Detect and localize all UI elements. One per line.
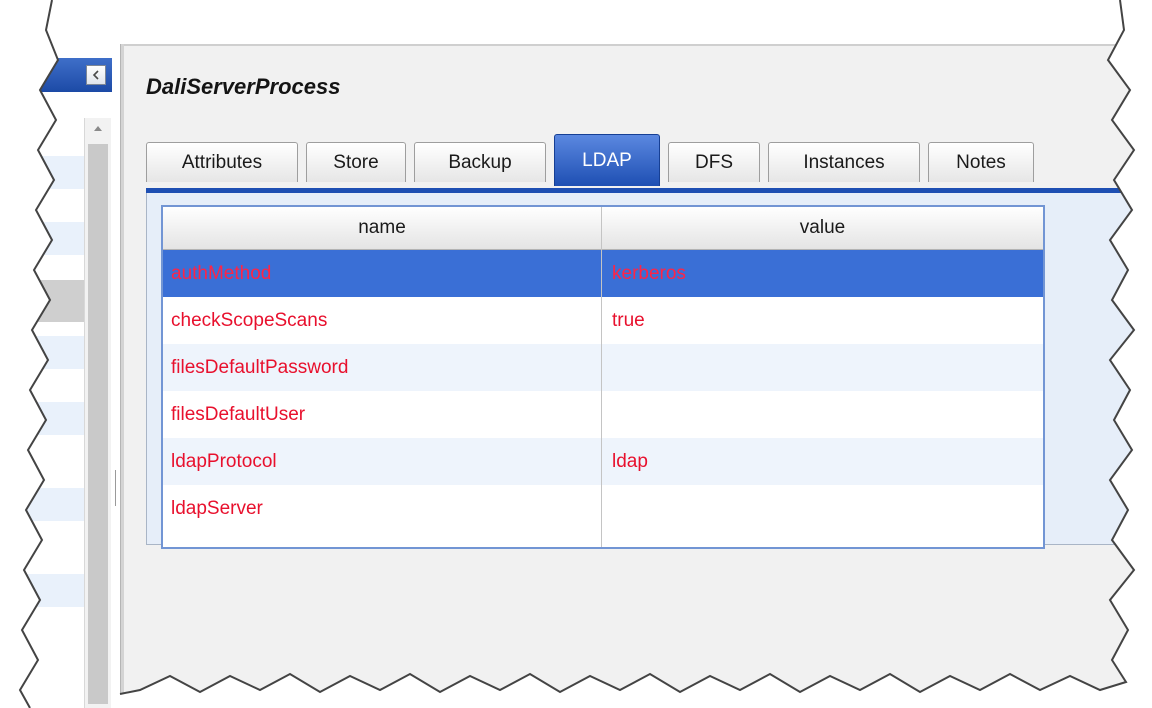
- collapse-bar: [30, 58, 112, 92]
- scrollbar-thumb[interactable]: [88, 144, 108, 704]
- table-row[interactable]: checkScopeScans true: [163, 297, 1043, 344]
- row-value-cell: ldap: [612, 450, 648, 472]
- tab-attributes[interactable]: Attributes: [146, 142, 298, 182]
- tab-backup[interactable]: Backup: [414, 142, 546, 182]
- tab-ldap[interactable]: LDAP: [554, 134, 660, 186]
- column-divider: [601, 207, 602, 547]
- main-panel: DaliServerProcess Attributes Store Backu…: [124, 44, 1152, 708]
- list-item[interactable]: [22, 156, 84, 189]
- collapse-panel-button[interactable]: [86, 65, 106, 85]
- list-item[interactable]: [22, 222, 84, 255]
- column-header-value[interactable]: value: [602, 207, 1043, 249]
- row-value-cell: [602, 485, 1043, 532]
- tab-instances[interactable]: Instances: [768, 142, 920, 182]
- table-row[interactable]: authMethod kerberos: [163, 250, 1043, 297]
- row-value-cell: kerberos: [612, 262, 686, 284]
- list-item[interactable]: [22, 488, 84, 521]
- page-title: DaliServerProcess: [146, 74, 341, 99]
- table-row[interactable]: ldapServer: [163, 485, 1043, 532]
- list-item[interactable]: [22, 574, 84, 607]
- scroll-up-button[interactable]: [85, 118, 111, 138]
- chevron-left-icon: [92, 70, 99, 80]
- row-value-cell: true: [612, 309, 645, 331]
- grid-header: name value: [163, 207, 1043, 250]
- row-name-cell: authMethod: [171, 262, 272, 284]
- row-name-cell: ldapServer: [171, 497, 263, 519]
- row-name-cell: checkScopeScans: [171, 309, 328, 331]
- row-name-cell: filesDefaultPassword: [171, 356, 349, 378]
- table-row[interactable]: filesDefaultPassword: [163, 344, 1043, 391]
- ldap-tab-content: name value authMethod kerberos checkScop…: [146, 193, 1152, 549]
- column-header-name[interactable]: name: [163, 207, 601, 249]
- list-item[interactable]: [22, 336, 84, 369]
- tab-notes[interactable]: Notes: [928, 142, 1034, 182]
- row-value-cell: [602, 391, 1043, 438]
- list-item[interactable]: [22, 402, 84, 435]
- left-navigation-panel: [0, 0, 121, 708]
- row-name-cell: ldapProtocol: [171, 450, 277, 472]
- row-value-cell: [602, 344, 1043, 391]
- vertical-scrollbar[interactable]: [84, 118, 111, 708]
- row-name-cell: filesDefaultUser: [171, 403, 306, 425]
- table-row[interactable]: filesDefaultUser: [163, 391, 1043, 438]
- caret-up-icon: [94, 126, 102, 131]
- table-row[interactable]: ldapProtocol ldap: [163, 438, 1043, 485]
- tab-strip: Attributes Store Backup LDAP DFS Instanc…: [146, 134, 1152, 186]
- left-list: [22, 100, 84, 700]
- tab-dfs[interactable]: DFS: [668, 142, 760, 182]
- ldap-attributes-grid: name value authMethod kerberos checkScop…: [161, 205, 1045, 549]
- list-item[interactable]: [22, 280, 84, 322]
- tab-store[interactable]: Store: [306, 142, 406, 182]
